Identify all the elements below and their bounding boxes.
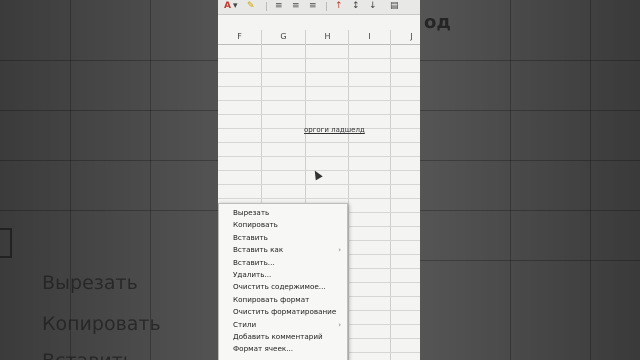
bg-gridline <box>420 260 640 261</box>
menu-item-add-comment[interactable]: Добавить комментарий <box>219 331 347 343</box>
menu-item-label: Вставить как <box>233 245 284 255</box>
bg-menu-copy: Копировать <box>42 313 161 335</box>
menu-item-cut[interactable]: Вырезать <box>219 207 347 219</box>
align-top-icon[interactable]: ↑ <box>335 0 343 12</box>
menu-item-clone-formatting[interactable]: Копировать формат <box>219 294 347 306</box>
bg-gridline <box>0 60 218 61</box>
menu-item-label: Очистить форматирование <box>233 307 337 317</box>
menu-item-label: Стили <box>233 319 257 329</box>
bg-gridline <box>420 110 640 111</box>
menu-item-paste-special[interactable]: Вставить как › <box>219 244 347 256</box>
bg-vline <box>590 0 591 360</box>
menu-item-label: Вырезать <box>233 208 270 217</box>
menu-item-label: Удалить... <box>233 269 272 279</box>
menu-item-insert[interactable]: Вставить... <box>219 257 347 269</box>
row-divider <box>218 114 420 115</box>
toolbar-separator <box>266 2 267 11</box>
toolbar-separator <box>326 2 327 11</box>
bg-menu-paste: Вставить <box>42 350 134 360</box>
submenu-arrow-icon: › <box>338 246 341 255</box>
toolbar: A ▾ ✎ ≡ ≡ ≡ ↑ ↕ ↓ ▤ <box>218 0 420 15</box>
menu-item-label: Добавить комментарий <box>233 331 323 341</box>
submenu-arrow-icon: › <box>338 320 341 329</box>
row-divider <box>218 86 420 87</box>
bg-gridline <box>0 110 218 111</box>
align-left-icon[interactable]: ≡ <box>275 0 283 12</box>
menu-item-delete[interactable]: Удалить... <box>219 269 347 281</box>
menu-item-label: Вставить <box>233 232 268 242</box>
column-header-j[interactable]: J <box>390 30 420 44</box>
menu-item-label: Формат ячеек... <box>233 344 294 354</box>
row-divider <box>218 58 420 59</box>
bg-gridline <box>420 210 640 211</box>
column-header-h[interactable]: H <box>306 30 349 44</box>
menu-item-label: Вставить... <box>233 257 275 267</box>
background-blur-left: Вырезать Копировать Вставить <box>0 0 218 360</box>
menu-item-clear-formatting[interactable]: Очистить форматирование <box>219 306 347 318</box>
menu-item-label: Очистить содержимое... <box>233 282 326 292</box>
bg-vline <box>510 0 511 360</box>
column-header-f[interactable]: F <box>218 30 261 44</box>
menu-item-clear-contents[interactable]: Очистить содержимое... <box>219 281 347 293</box>
row-divider <box>218 100 420 101</box>
context-menu: Вырезать Копировать Вставить Вставить ка… <box>218 203 348 360</box>
bg-gridline <box>420 160 640 161</box>
menu-item-format-cells[interactable]: Формат ячеек... <box>219 343 347 355</box>
bg-cell-corner <box>0 228 12 258</box>
bg-menu-cut: Вырезать <box>42 272 138 294</box>
spreadsheet-screen: A ▾ ✎ ≡ ≡ ≡ ↑ ↕ ↓ ▤ F G H I J оргоги лад… <box>218 0 420 360</box>
row-divider <box>218 142 420 143</box>
font-color-button[interactable]: A <box>224 0 231 12</box>
bg-vline <box>70 0 71 360</box>
menu-item-label: Копировать <box>233 220 278 230</box>
row-divider <box>218 198 420 199</box>
row-divider <box>218 72 420 73</box>
bg-right-text: од <box>424 12 451 33</box>
bg-gridline <box>0 210 218 211</box>
align-bottom-icon[interactable]: ↓ <box>369 0 377 12</box>
column-header-g[interactable]: G <box>262 30 305 44</box>
cell-content[interactable]: оргоги ладшелд <box>304 126 365 134</box>
align-center-icon[interactable]: ≡ <box>292 0 300 12</box>
align-middle-icon[interactable]: ↕ <box>352 0 360 12</box>
menu-item-paste[interactable]: Вставить <box>219 232 347 244</box>
highlight-button[interactable]: ✎ <box>247 0 255 12</box>
row-divider <box>218 156 420 157</box>
wrap-text-icon[interactable]: ▤ <box>390 0 399 12</box>
align-right-icon[interactable]: ≡ <box>309 0 317 12</box>
column-header-i[interactable]: I <box>348 30 391 44</box>
bg-gridline <box>420 60 640 61</box>
menu-item-copy[interactable]: Копировать <box>219 219 347 231</box>
font-color-dropdown-icon[interactable]: ▾ <box>233 0 238 12</box>
row-divider <box>218 184 420 185</box>
menu-item-styles[interactable]: Стили › <box>219 319 347 331</box>
bg-vline <box>150 0 151 360</box>
background-blur-right <box>420 0 640 360</box>
menu-item-label: Копировать формат <box>233 294 310 304</box>
bg-gridline <box>0 160 218 161</box>
